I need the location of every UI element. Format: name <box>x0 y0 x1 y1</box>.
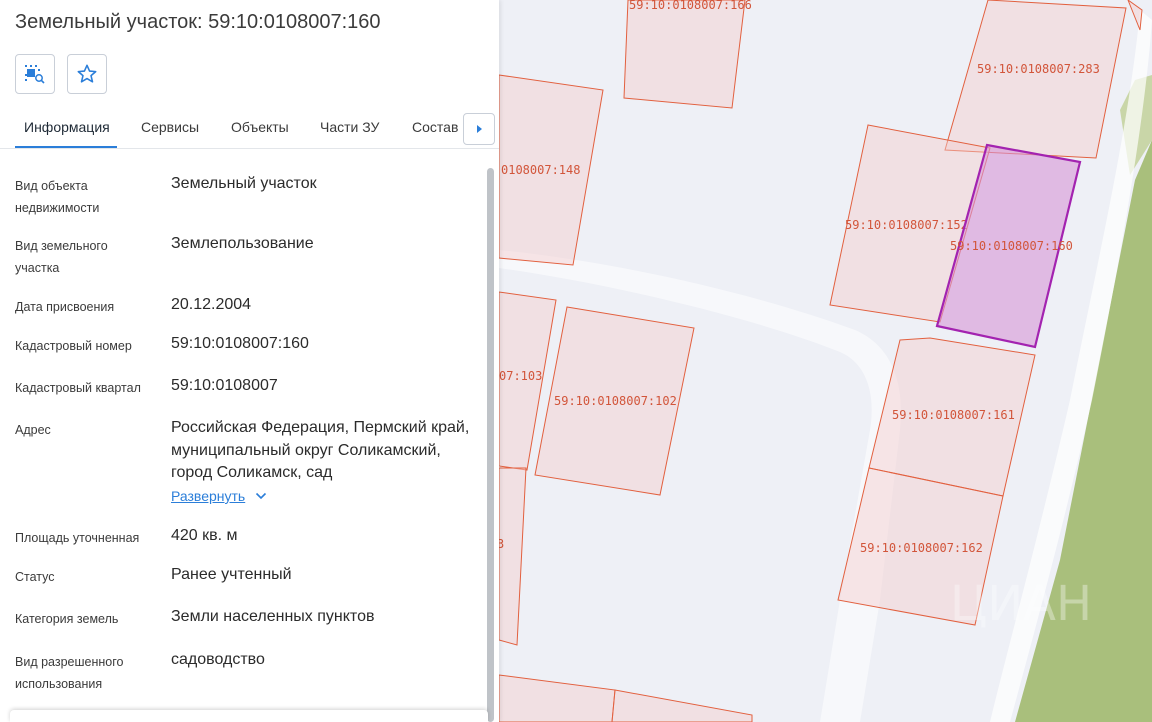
field-value-object-type: Земельный участок <box>171 175 317 192</box>
field-value-date: 20.12.2004 <box>171 296 252 313</box>
field-value-permitted-use: садоводство <box>171 651 265 668</box>
parcel-label: 59:10:0108007:283 <box>977 62 1100 76</box>
map-watermark: ЦИАН <box>950 576 1092 632</box>
tab-objects[interactable]: Объекты <box>231 119 289 135</box>
field-label-status: Статус <box>15 570 55 584</box>
field-label-cadastral-number: Кадастровый номер <box>15 339 132 353</box>
parcel-label: 59:10:0108007:166 <box>629 0 752 12</box>
field-label-cadastral-quarter: Кадастровый квартал <box>15 381 141 395</box>
tab-info[interactable]: Информация <box>24 119 110 135</box>
tab-composition[interactable]: Состав <box>412 119 458 135</box>
tab-bar: Информация Сервисы Объекты Части ЗУ Сост… <box>0 108 499 149</box>
tab-services[interactable]: Сервисы <box>141 119 199 135</box>
locate-on-map-icon <box>25 65 45 84</box>
field-label-date: Дата присвоения <box>15 300 115 314</box>
field-label-object-type: Вид объекта недвижимости <box>15 179 100 215</box>
chevron-right-icon <box>477 125 482 133</box>
expand-address-link[interactable]: Развернуть <box>171 488 267 504</box>
star-icon <box>77 64 97 83</box>
parcel-label: 59:10:0108007:152 <box>845 218 968 232</box>
parcel-label: 07:103 <box>499 369 542 383</box>
field-value-status: Ранее учтенный <box>171 566 292 583</box>
field-value-cadastral-quarter: 59:10:0108007 <box>171 377 278 394</box>
parcel-label: 59:10:0108007:160 <box>950 239 1073 253</box>
field-label-address: Адрес <box>15 423 51 437</box>
parcel-label: 59:10:0108007:161 <box>892 408 1015 422</box>
page-title: Земельный участок: 59:10:0108007:160 <box>15 11 381 33</box>
locate-on-map-button[interactable] <box>15 54 55 94</box>
field-value-area: 420 кв. м <box>171 527 238 544</box>
expand-link-label: Развернуть <box>171 488 246 504</box>
info-panel: Земельный участок: 59:10:0108007:160 Инф… <box>0 0 499 722</box>
parcel-label: 59:10:0108007:162 <box>860 541 983 555</box>
chevron-down-icon <box>256 492 267 500</box>
parcel-label: 0108007:148 <box>501 163 580 177</box>
field-label-land-category: Категория земель <box>15 612 119 626</box>
panel-scrollbar[interactable] <box>487 168 494 722</box>
field-value-address: Российская Федерация, Пермский край, мун… <box>171 419 470 481</box>
field-label-area: Площадь уточненная <box>15 531 140 545</box>
field-label-parcel-type: Вид земельного участка <box>15 239 108 275</box>
tab-parts[interactable]: Части ЗУ <box>320 119 379 135</box>
active-tab-indicator <box>15 146 117 148</box>
parcel[interactable] <box>623 0 746 109</box>
parcel-label: 59:10:0108007:102 <box>554 394 677 408</box>
field-label-permitted-use: Вид разрешенного использования <box>15 655 124 691</box>
tabs-scroll-right-button[interactable] <box>463 113 495 145</box>
bottom-notification-bar <box>10 710 488 722</box>
field-value-cadastral-number: 59:10:0108007:160 <box>171 335 309 352</box>
field-value-land-category: Земли населенных пунктов <box>171 608 375 625</box>
favorite-button[interactable] <box>67 54 107 94</box>
field-value-parcel-type: Землепользование <box>171 235 314 252</box>
